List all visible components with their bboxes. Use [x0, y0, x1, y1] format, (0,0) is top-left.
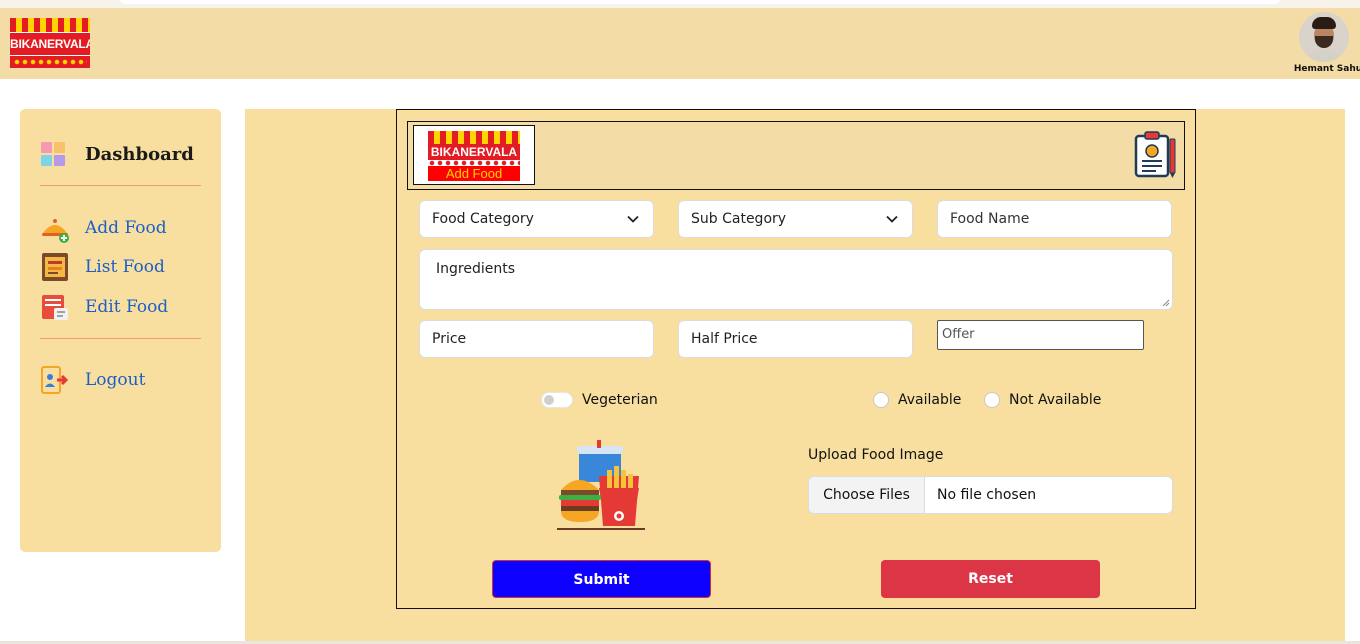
brand-name: BIKANERVALA — [10, 33, 90, 55]
edit-food-icon — [40, 292, 70, 322]
file-status: No file chosen — [937, 487, 1037, 503]
choose-files-button[interactable]: Choose Files — [809, 477, 925, 513]
upload-title: Upload Food Image — [808, 447, 944, 463]
avatar-shirt — [1305, 50, 1343, 62]
food-category-value: Food Category — [432, 211, 534, 227]
logo-brand: BIKANERVALA — [428, 144, 520, 160]
sidebar-item-edit-food[interactable]: Edit Food — [40, 292, 168, 322]
logo-caption: Add Food — [428, 166, 520, 181]
address-bar-edge — [120, 0, 1280, 4]
file-input[interactable]: Choose Files No file chosen — [808, 476, 1173, 514]
logo-awning — [428, 131, 520, 145]
list-food-icon — [40, 252, 70, 282]
avatar[interactable] — [1299, 12, 1349, 62]
half-price-input[interactable]: Half Price — [678, 320, 913, 358]
sidebar: Dashboard Add Food List Food Edit Food L… — [20, 109, 221, 552]
toggle-knob — [544, 395, 554, 405]
brand-logo[interactable]: BIKANERVALA — [10, 18, 90, 68]
sidebar-item-label: Add Food — [85, 218, 167, 238]
sidebar-item-dashboard[interactable]: Dashboard — [40, 139, 194, 169]
dashboard-label: Dashboard — [85, 143, 194, 165]
sub-category-select[interactable]: Sub Category — [678, 200, 913, 238]
sidebar-item-list-food[interactable]: List Food — [40, 252, 165, 282]
resize-handle-icon[interactable] — [1162, 299, 1170, 307]
browser-top-strip — [0, 0, 1360, 8]
logout-icon — [40, 365, 70, 395]
ingredients-placeholder: Ingredients — [436, 261, 515, 277]
available-radio[interactable] — [873, 392, 889, 408]
add-food-icon — [40, 213, 70, 243]
reset-button[interactable]: Reset — [881, 560, 1100, 598]
vegetarian-label: Vegeterian — [582, 392, 658, 408]
sub-category-value: Sub Category — [691, 211, 787, 227]
ingredients-textarea[interactable]: Ingredients — [419, 249, 1173, 310]
chevron-down-icon — [627, 215, 639, 223]
not-available-radio[interactable] — [984, 392, 1000, 408]
sidebar-divider — [40, 185, 201, 186]
price-input[interactable]: Price — [419, 320, 654, 358]
fast-food-illustration — [557, 440, 645, 530]
sidebar-divider — [40, 338, 201, 339]
logo-awning — [10, 18, 90, 32]
not-available-label: Not Available — [1009, 392, 1102, 408]
logo-bulbs — [10, 56, 90, 68]
avatar-beard — [1315, 36, 1333, 48]
offer-input[interactable]: Offer — [937, 320, 1144, 350]
vegetarian-toggle[interactable] — [541, 392, 573, 408]
user-name: Hemant Sahu — [1293, 64, 1360, 74]
food-category-select[interactable]: Food Category — [419, 200, 654, 238]
food-name-input[interactable]: Food Name — [937, 200, 1172, 238]
clipboard-menu-icon — [1134, 131, 1176, 178]
avatar-hair — [1312, 17, 1336, 29]
chevron-down-icon — [886, 215, 898, 223]
dashboard-icon — [40, 139, 70, 169]
top-header: BIKANERVALA Hemant Sahu — [0, 8, 1360, 79]
sidebar-item-add-food[interactable]: Add Food — [40, 213, 167, 243]
add-food-logo: BIKANERVALA Add Food — [413, 125, 535, 185]
logout-label: Logout — [85, 370, 146, 390]
available-label: Available — [898, 392, 962, 408]
submit-button[interactable]: Submit — [492, 560, 711, 598]
sidebar-item-label: List Food — [85, 257, 165, 277]
sidebar-item-logout[interactable]: Logout — [40, 365, 145, 395]
sidebar-item-label: Edit Food — [85, 297, 169, 317]
